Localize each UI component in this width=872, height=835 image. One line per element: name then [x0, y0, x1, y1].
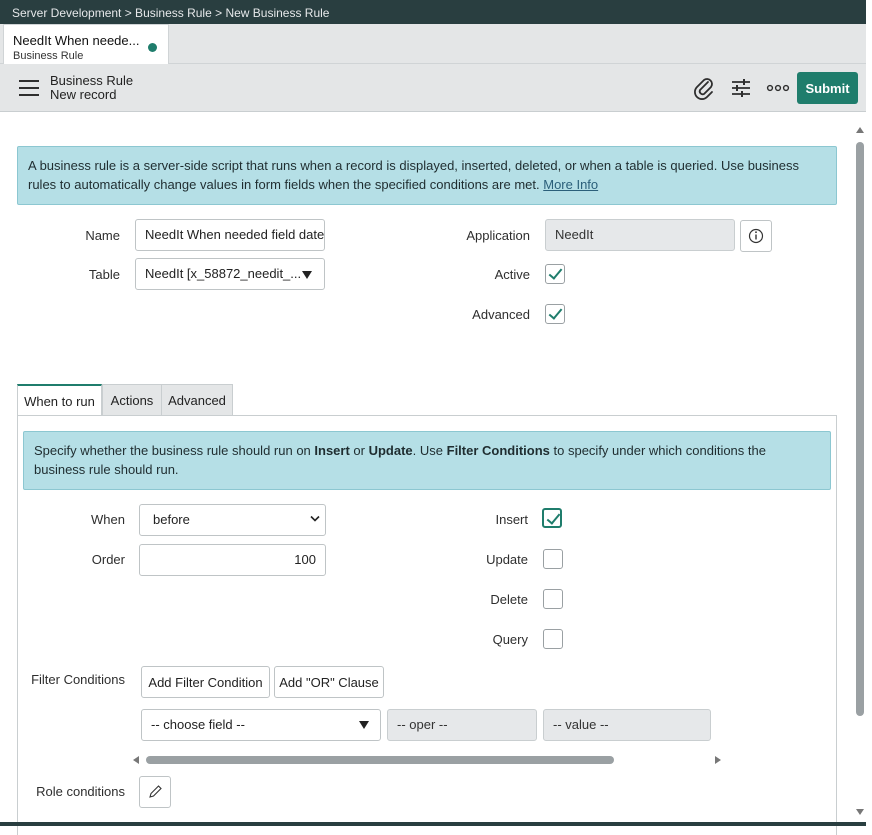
form-title: Business Rule	[50, 73, 134, 88]
role-conditions-label: Role conditions	[36, 784, 125, 799]
name-field[interactable]: NeedIt When needed field date	[135, 219, 325, 251]
info-banner: A business rule is a server-side script …	[17, 146, 837, 205]
tab-when-to-run[interactable]: When to run	[17, 384, 102, 416]
horizontal-scroll-thumb[interactable]	[146, 756, 614, 764]
update-checkbox[interactable]	[543, 549, 563, 569]
chevron-down-icon[interactable]	[359, 721, 369, 729]
delete-label: Delete	[490, 592, 528, 607]
bottom-border	[0, 822, 866, 826]
submit-button[interactable]: Submit	[797, 72, 858, 104]
edit-role-conditions-button[interactable]	[139, 776, 171, 808]
document-tab-title: NeedIt When neede...	[13, 33, 140, 48]
chevron-down-icon[interactable]	[302, 271, 312, 279]
name-label: Name	[85, 228, 120, 243]
application-label: Application	[466, 228, 530, 243]
oper-select: -- oper --	[387, 709, 537, 741]
info-update: Update	[368, 443, 413, 458]
scroll-up-icon[interactable]	[856, 127, 864, 133]
pencil-icon	[149, 785, 162, 798]
document-tab[interactable]: NeedIt When neede... Business Rule	[3, 24, 169, 64]
when-select-value: before	[153, 512, 190, 527]
window-edge	[866, 0, 872, 826]
application-field: NeedIt	[545, 219, 735, 251]
scroll-right-icon[interactable]	[715, 756, 721, 764]
info-insert: Insert	[314, 443, 350, 458]
active-checkbox[interactable]	[545, 264, 565, 284]
form-subtitle: New record	[50, 87, 117, 102]
menu-icon[interactable]	[19, 80, 39, 96]
table-select-value: NeedIt [x_58872_needit_...	[145, 266, 302, 281]
update-label: Update	[486, 552, 528, 567]
advanced-label: Advanced	[472, 307, 530, 322]
insert-checkbox[interactable]	[542, 508, 562, 528]
scroll-down-icon[interactable]	[856, 809, 864, 815]
delete-checkbox[interactable]	[543, 589, 563, 609]
document-tab-subtitle: Business Rule	[13, 50, 84, 62]
info-filter-conditions: Filter Conditions	[446, 443, 550, 458]
add-filter-condition-button[interactable]: Add Filter Condition	[141, 666, 270, 698]
tab-actions[interactable]: Actions	[102, 384, 162, 416]
application-info-button[interactable]	[740, 220, 772, 252]
info-banner-text: A business rule is a server-side script …	[28, 158, 800, 192]
breadcrumb[interactable]: Server Development > Business Rule > New…	[0, 0, 866, 24]
info-text-or: or	[349, 443, 369, 458]
insert-label: Insert	[495, 512, 528, 527]
info-text: Specify whether the business rule should…	[34, 443, 315, 458]
when-label: When	[91, 512, 125, 527]
settings-sliders-icon[interactable]	[729, 76, 753, 100]
active-label: Active	[494, 267, 530, 282]
choose-field-select[interactable]: -- choose field --	[141, 709, 381, 741]
chevron-down-icon[interactable]	[310, 515, 320, 523]
query-label: Query	[492, 632, 528, 647]
when-to-run-info: Specify whether the business rule should…	[23, 431, 831, 490]
query-checkbox[interactable]	[543, 629, 563, 649]
value-field: -- value --	[543, 709, 711, 741]
table-label: Table	[88, 267, 120, 282]
table-select[interactable]: NeedIt [x_58872_needit_...	[135, 258, 325, 290]
horizontal-scrollbar[interactable]	[131, 753, 730, 767]
vertical-scrollbar[interactable]	[854, 125, 866, 823]
when-select[interactable]: before	[139, 504, 326, 536]
info-icon	[748, 228, 764, 244]
more-options-icon[interactable]	[766, 76, 790, 100]
advanced-checkbox[interactable]	[545, 304, 565, 324]
order-field[interactable]: 100	[139, 544, 326, 576]
choose-field-value: -- choose field --	[151, 717, 245, 732]
more-info-link[interactable]: More Info	[543, 177, 598, 192]
tab-advanced[interactable]: Advanced	[161, 384, 233, 416]
add-or-clause-button[interactable]: Add "OR" Clause	[274, 666, 384, 698]
unsaved-indicator-icon	[148, 43, 157, 52]
order-label: Order	[91, 552, 125, 567]
scroll-thumb[interactable]	[856, 142, 864, 716]
scroll-left-icon[interactable]	[133, 756, 139, 764]
filter-conditions-label: Filter Conditions	[31, 672, 125, 687]
info-text-mid: . Use	[412, 443, 447, 458]
attachment-icon[interactable]	[692, 76, 716, 100]
